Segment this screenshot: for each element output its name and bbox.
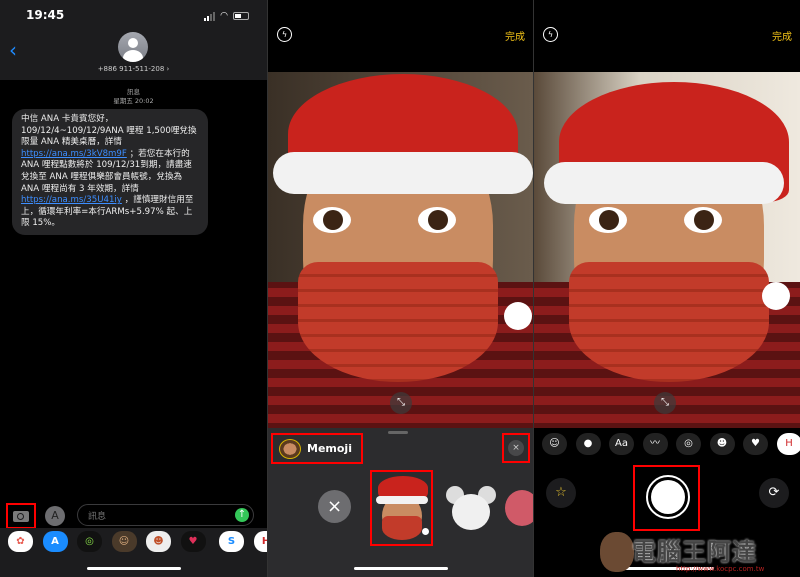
message-text: 中信 ANA 卡貴賓您好，109/12/4~109/12/9ANA 哩程 1,5… (21, 114, 197, 148)
shutter-button[interactable] (633, 465, 700, 531)
input-bar: A 訊息 ↑ (0, 503, 267, 529)
watermark-logo (600, 532, 634, 572)
camera-capture-panel: ϟ 完成 ⤡ ☺ ● Aa 〰 ◎ ☻ ♥ H ☆ ⟳ (533, 0, 800, 577)
memoji-icon (279, 438, 301, 459)
battery-icon (233, 12, 249, 20)
no-memoji-button[interactable]: × (318, 490, 351, 523)
status-time: 19:45 (26, 8, 65, 22)
memoji-title: Memoji (307, 442, 352, 455)
effects-star-button[interactable]: ☆ (546, 478, 576, 508)
camera-effects-row: ☺ ● Aa 〰 ◎ ☻ ♥ H (534, 428, 800, 468)
messages-panel: 19:45 ◠ ‹ +886 911-511-208 › 訊息 星期五 20:0… (0, 0, 267, 577)
signal-icon (204, 11, 216, 21)
message-link[interactable]: https://ana.ms/3kV8m9F (21, 149, 127, 159)
flash-button[interactable]: ϟ (277, 27, 292, 42)
close-icon: × (508, 440, 524, 456)
message-link[interactable]: https://ana.ms/35U41iy (21, 195, 122, 205)
effect-memoji-stickers[interactable]: ☻ (709, 433, 735, 455)
wifi-icon: ◠ (220, 11, 228, 21)
back-button[interactable]: ‹ (9, 38, 17, 62)
service-label: 訊息 (127, 88, 140, 96)
done-button[interactable]: 完成 (505, 28, 525, 43)
memoji-picker: Memoji × × (268, 428, 533, 577)
app-digital-touch[interactable]: ♥ (180, 531, 206, 552)
memoji-tab[interactable]: Memoji (271, 433, 363, 464)
effect-h-app[interactable]: H (776, 433, 800, 455)
app-h-app[interactable]: H (253, 531, 267, 552)
face-mask (569, 262, 769, 382)
camera-memoji-panel: ϟ 完成 ⤡ Memoji × × (267, 0, 533, 577)
app-memoji[interactable]: ☺ (111, 531, 137, 552)
apps-button[interactable]: A (45, 506, 65, 526)
camera-top-bar: ϟ 完成 (268, 0, 533, 72)
app-app-store[interactable]: A (42, 531, 68, 552)
app-memoji-stickers[interactable]: ☻ (146, 531, 171, 552)
message-bubble: 中信 ANA 卡貴賓您好，109/12/4~109/12/9ANA 哩程 1,5… (12, 109, 208, 235)
app-photos[interactable]: ✿ (8, 531, 33, 552)
message-input[interactable]: 訊息 ↑ (77, 504, 254, 526)
send-button[interactable]: ↑ (235, 508, 249, 522)
status-icons: ◠ (204, 11, 249, 21)
camera-top-bar: ϟ 完成 (534, 0, 800, 72)
close-effects-button[interactable]: × (502, 433, 530, 463)
contact-avatar[interactable] (118, 32, 148, 62)
home-indicator (87, 567, 181, 570)
camera-viewfinder: ⤡ (534, 72, 800, 428)
sheet-grabber[interactable] (388, 431, 408, 434)
camera-viewfinder: ⤡ (268, 72, 533, 428)
done-button[interactable]: 完成 (772, 28, 792, 43)
watermark-text: 電腦王阿達 (632, 538, 757, 566)
face-mask (298, 262, 498, 382)
app-activity[interactable]: ◎ (77, 531, 102, 552)
flash-button[interactable]: ϟ (543, 27, 558, 42)
effect-shapes[interactable]: 〰 (642, 433, 668, 455)
selected-memoji-santa[interactable] (370, 470, 433, 546)
conversation-header: 19:45 ◠ ‹ +886 911-511-208 › (0, 0, 267, 80)
timestamp-label: 星期五 20:02 (113, 97, 154, 105)
expand-button[interactable]: ⤡ (390, 392, 412, 414)
effect-filters[interactable]: ● (575, 433, 601, 455)
camera-icon (13, 511, 29, 522)
effect-activity[interactable]: ◎ (676, 433, 701, 455)
message-timestamp: 訊息 星期五 20:02 (0, 88, 267, 106)
app-shazam[interactable]: S (219, 531, 244, 552)
effect-emoji-stickers[interactable]: ♥ (743, 433, 768, 455)
expand-button[interactable]: ⤡ (654, 392, 676, 414)
octopus-memoji[interactable] (505, 490, 533, 526)
camera-button[interactable] (6, 503, 36, 529)
message-placeholder: 訊息 (88, 512, 107, 522)
flip-camera-button[interactable]: ⟳ (759, 478, 789, 508)
watermark-url: http://www.kocpc.com.tw (676, 565, 765, 573)
effect-text[interactable]: Aa (609, 433, 634, 455)
home-indicator (354, 567, 448, 570)
effect-memoji[interactable]: ☺ (542, 433, 567, 455)
shutter-icon (646, 475, 690, 519)
contact-phone[interactable]: +886 911-511-208 › (0, 65, 267, 73)
